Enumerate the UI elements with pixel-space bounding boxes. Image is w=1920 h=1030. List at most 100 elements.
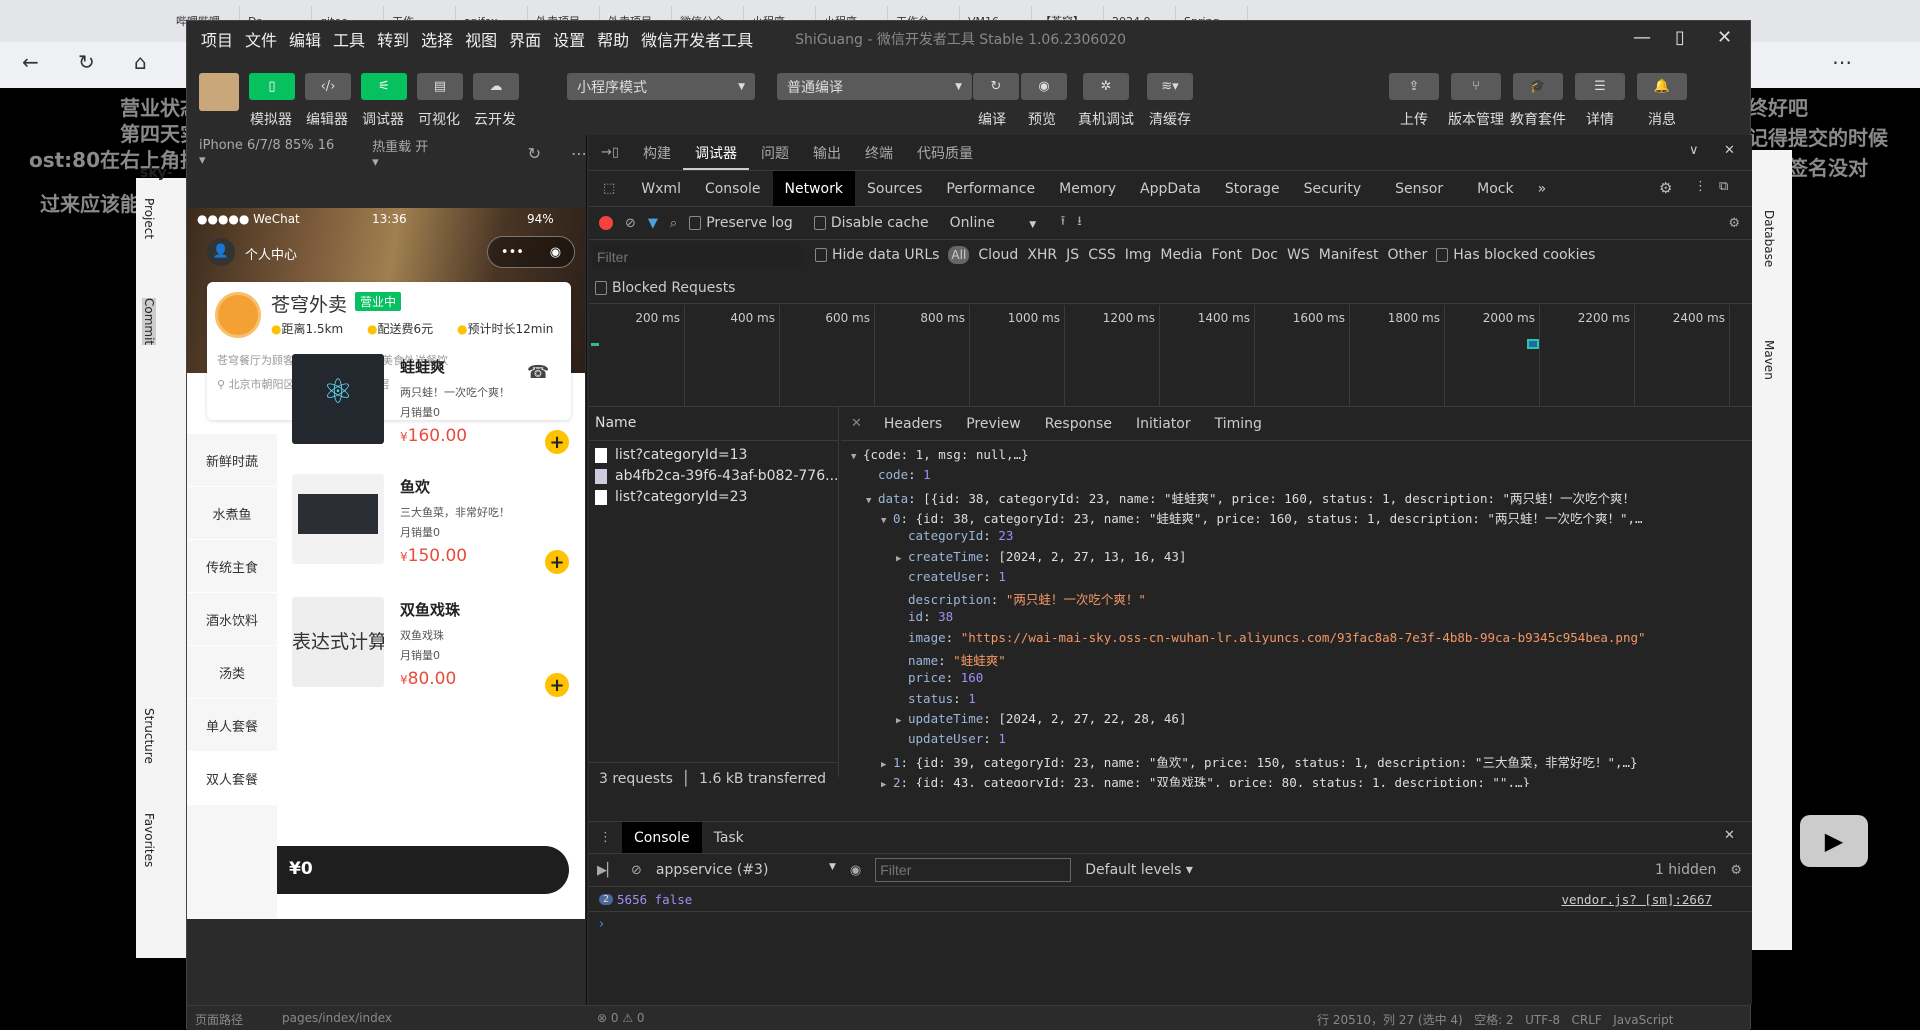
request-row[interactable]: ab4fb2ca-39f6-43af-b082-776... [595,466,838,486]
panel-tab-memory[interactable]: Memory [1047,171,1128,206]
panel-tab-mock[interactable]: Mock [1465,171,1525,206]
toolbar-details-button[interactable]: ☰ [1575,73,1625,100]
panel-tab-console[interactable]: Console [693,171,773,206]
close-target-icon[interactable]: ◉ [550,245,561,260]
category-item[interactable]: 新鲜时蔬 [187,434,277,486]
toolbar-upload-button[interactable]: ⇪ [1389,73,1439,100]
category-item[interactable]: 传统主食 [187,540,277,592]
type-filter-font[interactable]: Font [1211,247,1241,263]
close-window-button[interactable]: ✕ [1717,27,1732,48]
request-row[interactable]: list?categoryId=13 [595,445,747,465]
preview-line[interactable]: ▶ 2: {id: 43, categoryId: 23, name: "双鱼戏珠… [851,772,1530,787]
toolbar-debug-button[interactable]: ⚟ [361,73,407,100]
expanded-arrow-icon[interactable]: ▼ [866,496,878,506]
panel-tab-storage[interactable]: Storage [1213,171,1292,206]
request-row[interactable]: list?categoryId=23 [595,487,747,507]
expanded-arrow-icon[interactable]: ▼ [851,452,863,462]
more-tabs-icon[interactable]: » [1526,171,1559,206]
menu-item[interactable]: 文件 [245,27,277,51]
devtools-top-tab[interactable]: 代码质量 [905,135,985,170]
hide-data-urls-checkbox[interactable]: Hide data URLs [815,247,939,263]
collapsed-arrow-icon[interactable]: ▶ [881,760,893,770]
detail-tab-headers[interactable]: Headers [872,407,954,440]
toolbar-graduation-button[interactable]: 🎓 [1513,73,1563,100]
more-icon[interactable]: ⋯ [1832,50,1852,74]
close-panel-icon[interactable]: ✕ [1724,143,1735,158]
collapsed-arrow-icon[interactable]: ▶ [896,554,908,564]
toolbar-code-button[interactable]: ‹/› [305,73,351,100]
product-image[interactable] [292,474,384,564]
eye-icon[interactable]: ◉ [850,863,861,878]
panel-tab-performance[interactable]: Performance [934,171,1047,206]
drawer-tab-task[interactable]: Task [702,822,756,853]
maximize-button[interactable]: ▯ [1675,27,1685,48]
type-filter-doc[interactable]: Doc [1251,247,1278,263]
hot-reload-toggle[interactable]: 热重载 开 ▾ [372,136,437,170]
home-icon[interactable]: ⌂ [134,50,147,74]
undock-icon[interactable]: ⧉ [1719,179,1728,194]
ide-tab-database[interactable]: Database [1762,210,1776,267]
search-icon[interactable]: ⌕ [670,216,677,231]
collapse-icon[interactable]: ∨ [1689,143,1699,158]
sidebar-toggle-icon[interactable]: ▶▏ [597,863,617,878]
clear-console-icon[interactable]: ⊘ [631,863,642,878]
ide-tab-favorites[interactable]: Favorites [142,813,156,867]
panel-tab-appdata[interactable]: AppData [1128,171,1213,206]
collapsed-arrow-icon[interactable]: ▶ [881,780,893,787]
panel-tab-sources[interactable]: Sources [855,171,934,206]
ide-tab-project[interactable]: Project [142,198,156,239]
menu-item[interactable]: 编辑 [289,27,321,51]
filter-input[interactable] [593,246,803,268]
category-item[interactable]: 双人套餐 [187,752,277,804]
devtools-top-tab[interactable]: 问题 [749,135,801,170]
toolbar-cloud-button[interactable]: ☁ [473,73,519,100]
log-levels-select[interactable]: Default levels ▾ [1085,862,1193,878]
devtools-top-tab[interactable]: 输出 [801,135,853,170]
product-image[interactable]: 表达式计算 [292,597,384,687]
menu-item[interactable]: 选择 [421,27,453,51]
type-filter-media[interactable]: Media [1160,247,1202,263]
clear-cache-button[interactable]: ≋▾ [1147,73,1193,100]
add-to-cart-button[interactable]: + [545,430,569,454]
preview-line[interactable]: ▼ 0: {id: 38, categoryId: 23, name: "蛙蛙爽"… [851,508,1643,528]
menu-item[interactable]: 视图 [465,27,497,51]
refresh-icon[interactable]: ↻ [528,144,541,163]
menu-item[interactable]: 界面 [509,27,541,51]
collapsed-arrow-icon[interactable]: ▶ [896,716,908,726]
type-filter-ws[interactable]: WS [1287,247,1310,263]
preview-line[interactable]: ▶ updateTime: [2024, 2, 27, 22, 28, 46] [851,711,1186,731]
name-column-header[interactable]: Name [589,407,839,441]
type-filter-css[interactable]: CSS [1088,247,1116,263]
menu-item[interactable]: 帮助 [597,27,629,51]
detail-tab-timing[interactable]: Timing [1203,407,1274,440]
detail-tab-preview[interactable]: Preview [954,407,1033,440]
drawer-tab-console[interactable]: Console [622,822,702,853]
category-item[interactable]: 汤类 [187,646,277,698]
refresh-icon[interactable]: ↻ [78,50,95,74]
preview-line[interactable]: ▼ {code: 1, msg: null,…} [851,447,1029,467]
record-button[interactable] [599,216,613,230]
profile-link[interactable]: 个人中心 [245,244,297,263]
compile-button[interactable]: ↻ [973,73,1019,100]
drawer-menu-icon[interactable]: ⋮ [589,830,622,845]
menu-item[interactable]: 设置 [553,27,585,51]
network-timeline[interactable]: 200 ms 400 ms 600 ms 800 ms 1000 ms 1200 ms 14… [589,305,1752,407]
toolbar-bell-button[interactable]: 🔔 [1637,73,1687,100]
network-settings-icon[interactable]: ⚙ [1728,216,1740,231]
compile-select[interactable]: 普通编译 ▼ [777,73,972,100]
product-image[interactable]: ⚛ [292,354,384,444]
more-icon[interactable]: ⋯ [571,144,587,163]
console-prompt[interactable]: › [599,917,604,932]
more-icon[interactable]: ••• [501,245,524,260]
back-icon[interactable]: ← [22,50,39,74]
expanded-arrow-icon[interactable]: ▼ [881,516,893,526]
devtools-top-tab[interactable]: 终端 [853,135,905,170]
page-path[interactable]: pages/index/index [282,1011,392,1025]
toolbar-phone-button[interactable]: ▯ [249,73,295,100]
type-filter-js[interactable]: JS [1066,247,1079,263]
type-filter-all[interactable]: All [948,246,970,264]
type-filter-xhr[interactable]: XHR [1027,247,1057,263]
ide-tab-maven[interactable]: Maven [1762,340,1776,380]
error-count[interactable]: ⊗ 0 ⚠ 0 [597,1011,645,1025]
preview-line[interactable]: ▶ 1: {id: 39, categoryId: 23, name: "鱼欢",… [851,752,1638,772]
